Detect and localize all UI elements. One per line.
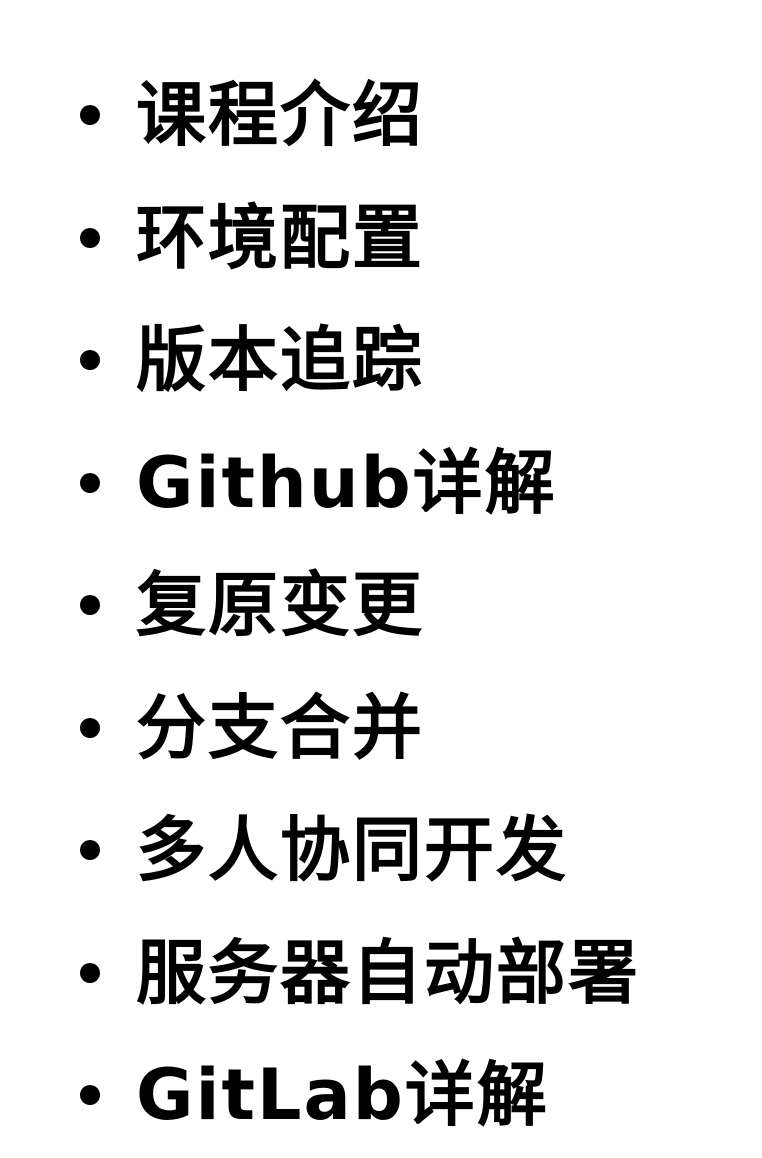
list-item: 多人协同开发	[80, 789, 762, 912]
list-item-text: 环境配置	[136, 196, 424, 279]
list-item: 复原变更	[80, 544, 762, 667]
list-item: 服务器自动部署	[80, 912, 762, 1035]
list-item-text: 版本追踪	[136, 319, 424, 402]
list-item-text: 课程介绍	[136, 74, 424, 157]
bullet-dot-icon	[80, 717, 100, 738]
list-item-text: GitLab详解	[136, 1054, 549, 1137]
bullet-dot-icon	[80, 472, 100, 493]
list-item: Github详解	[80, 422, 762, 545]
bullet-list: 课程介绍 环境配置 版本追踪 Github详解 复原变更 分支合并 多人协同开发	[80, 54, 762, 1157]
bullet-dot-icon	[80, 840, 100, 861]
bullet-dot-icon	[80, 962, 100, 983]
slide-page: 课程介绍 环境配置 版本追踪 Github详解 复原变更 分支合并 多人协同开发	[0, 0, 762, 1158]
list-item-text: 复原变更	[136, 564, 424, 647]
list-item: 分支合并	[80, 667, 762, 790]
bullet-dot-icon	[80, 105, 100, 126]
list-item-text: 服务器自动部署	[136, 931, 640, 1014]
list-item: GitLab详解	[80, 1034, 762, 1157]
list-item-text: Github详解	[136, 441, 557, 524]
bullet-dot-icon	[80, 595, 100, 616]
list-item: 课程介绍	[80, 54, 762, 177]
bullet-dot-icon	[80, 1085, 100, 1106]
list-item-text: 分支合并	[136, 686, 424, 769]
bullet-dot-icon	[80, 227, 100, 248]
bullet-dot-icon	[80, 350, 100, 371]
list-item-text: 多人协同开发	[136, 809, 568, 892]
list-item: 环境配置	[80, 177, 762, 300]
list-item: 版本追踪	[80, 299, 762, 422]
